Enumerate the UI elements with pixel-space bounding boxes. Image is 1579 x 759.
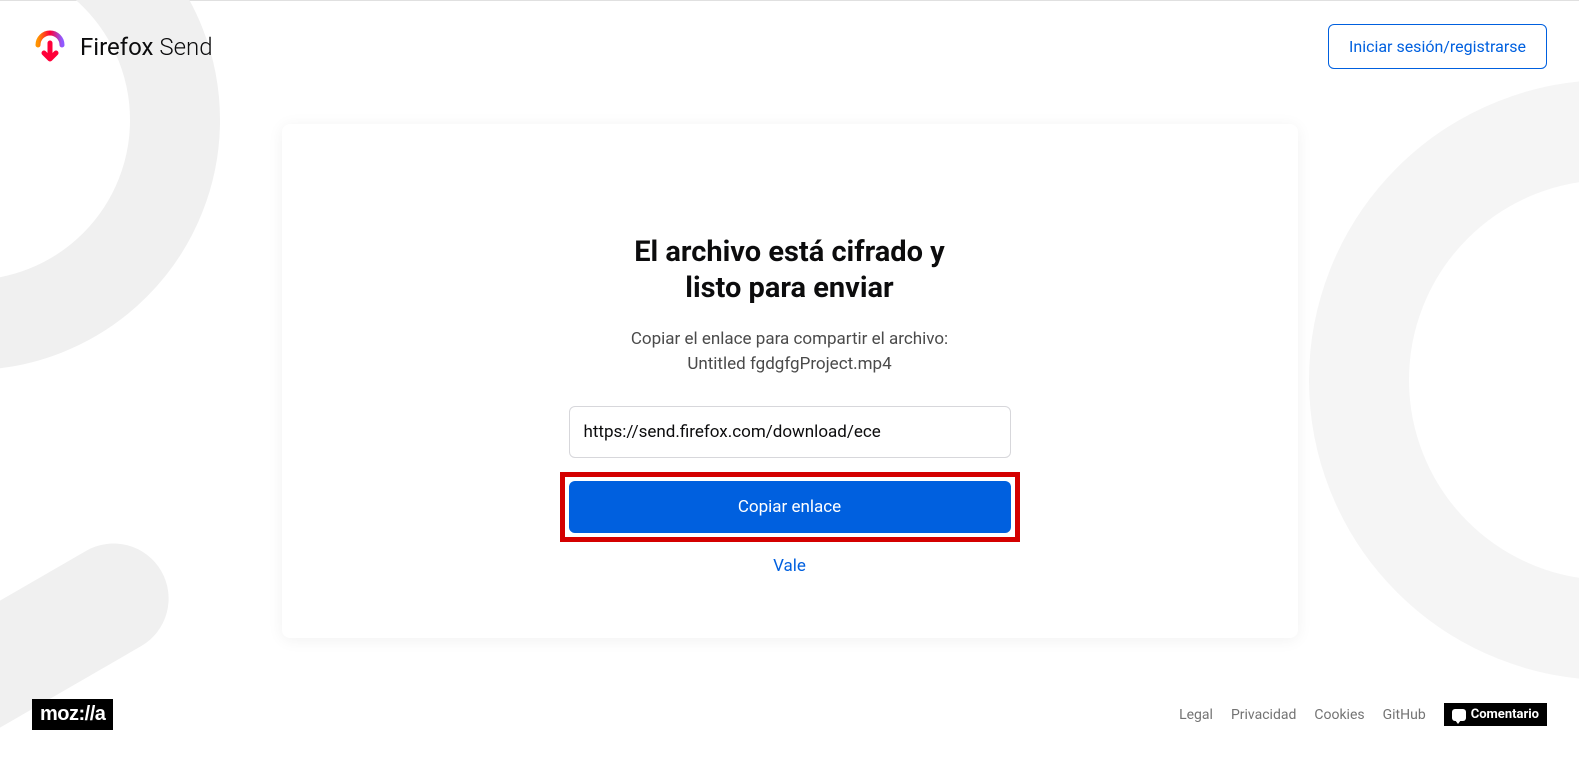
share-url-input[interactable] [569,406,1011,458]
footer-right: Legal Privacidad Cookies GitHub Comentar… [1179,703,1547,726]
bg-decoration [1309,80,1579,680]
footer-link-legal[interactable]: Legal [1179,707,1213,723]
firefox-send-icon [32,29,68,65]
ok-link[interactable]: Vale [773,556,806,576]
feedback-button[interactable]: Comentario [1444,703,1547,726]
subtext-filename: Untitled fgdgfgProject.mp4 [687,354,891,374]
brand-first: Firefox [80,33,153,61]
subtext-line1: Copiar el enlace para compartir el archi… [631,329,948,349]
title-line2: listo para enviar [685,271,893,305]
copy-link-button[interactable]: Copiar enlace [569,481,1011,533]
highlight-annotation: Copiar enlace [560,472,1020,542]
footer-link-privacy[interactable]: Privacidad [1231,707,1296,723]
share-card: El archivo está cifrado y listo para env… [282,124,1298,638]
logo[interactable]: Firefox Send [32,29,213,65]
signin-button[interactable]: Iniciar sesión/registrarse [1328,24,1547,69]
chat-icon [1452,709,1466,721]
logo-text: Firefox Send [80,33,213,61]
header: Firefox Send Iniciar sesión/registrarse [0,0,1579,93]
brand-second: Send [159,33,212,61]
footer-link-github[interactable]: GitHub [1383,707,1426,723]
footer-link-cookies[interactable]: Cookies [1314,707,1364,723]
card-title: El archivo está cifrado y listo para env… [634,234,945,307]
feedback-label: Comentario [1471,707,1539,722]
footer: moz://a Legal Privacidad Cookies GitHub … [32,699,1547,730]
title-line1: El archivo está cifrado y [634,235,945,269]
card-subtext: Copiar el enlace para compartir el archi… [631,327,948,378]
mozilla-logo[interactable]: moz://a [32,699,113,730]
